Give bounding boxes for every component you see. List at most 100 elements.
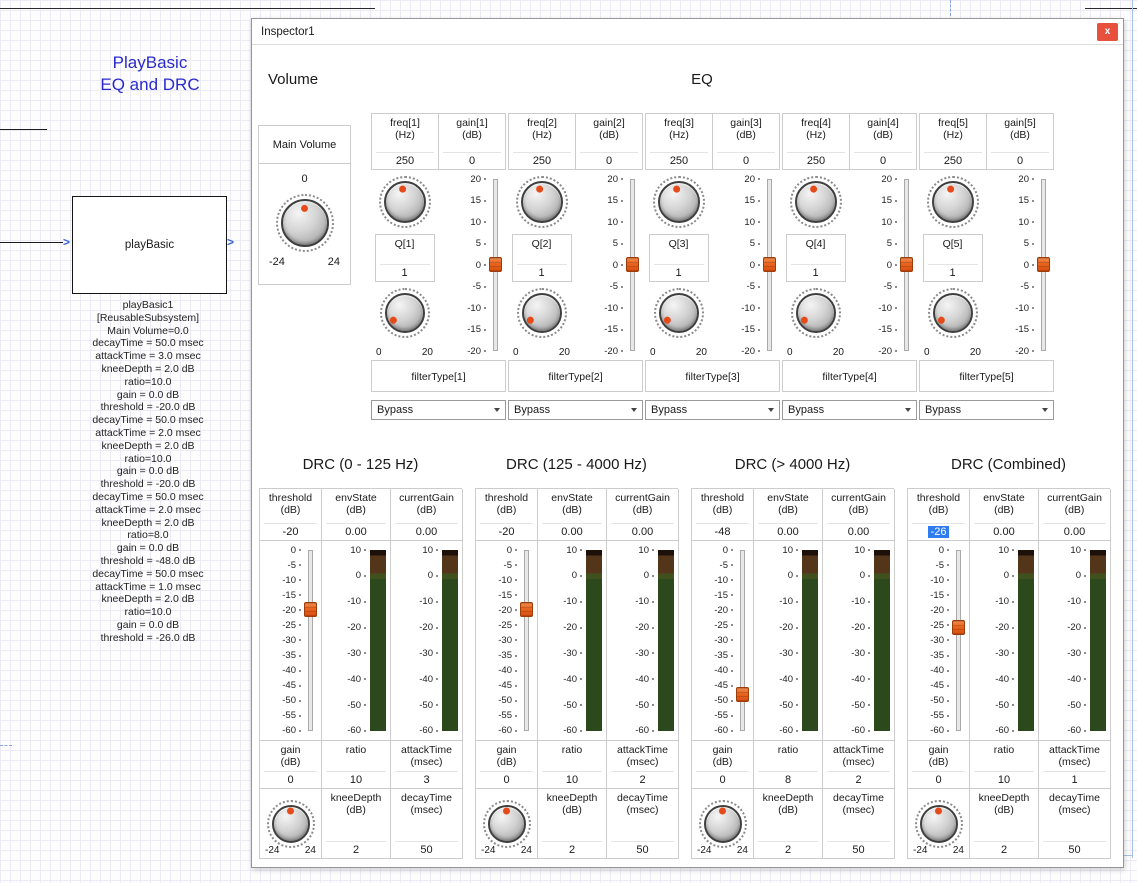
- gain-slider-track[interactable]: [489, 179, 503, 351]
- threshold-slider-handle[interactable]: [520, 602, 533, 617]
- threshold-slider-handle[interactable]: [304, 602, 317, 617]
- attacktime-label: attackTime: [401, 744, 452, 756]
- filter-type-dropdown[interactable]: Bypass: [645, 400, 780, 420]
- filter-type-dropdown[interactable]: Bypass: [782, 400, 917, 420]
- gain-slider-track[interactable]: [1037, 179, 1051, 351]
- envstate-value: 0.00: [974, 523, 1034, 538]
- ratio-value[interactable]: 8: [758, 771, 818, 786]
- gain-slider-track[interactable]: [626, 179, 640, 351]
- freq-knob[interactable]: [516, 176, 568, 228]
- freq-knob[interactable]: [379, 176, 431, 228]
- gain-slider-handle[interactable]: [1037, 257, 1050, 272]
- knob-indicator: [810, 185, 818, 193]
- ratio-label: ratio: [346, 744, 366, 756]
- freq-value[interactable]: 250: [787, 152, 845, 167]
- gain-slider-handle[interactable]: [489, 257, 502, 272]
- kneedepth-value[interactable]: 2: [974, 841, 1034, 856]
- threshold-slider-track[interactable]: [304, 550, 318, 731]
- threshold-value[interactable]: -26: [912, 523, 965, 538]
- gain-value[interactable]: 0: [443, 152, 501, 167]
- q-knob[interactable]: [928, 288, 978, 338]
- threshold-value[interactable]: -48: [696, 523, 749, 538]
- playbasic-block[interactable]: playBasic: [72, 196, 227, 294]
- threshold-value[interactable]: -20: [264, 523, 317, 538]
- gain-knob[interactable]: [267, 800, 315, 848]
- threshold-slider-track[interactable]: [520, 550, 534, 731]
- q-knob-min-label: 0: [376, 347, 382, 358]
- gain-value[interactable]: 0: [717, 152, 775, 167]
- decaytime-param-cell: decayTime (msec) 50: [391, 789, 463, 859]
- gain-value[interactable]: 0: [991, 152, 1049, 167]
- kneedepth-value[interactable]: 2: [326, 841, 386, 856]
- decaytime-value[interactable]: 50: [611, 841, 674, 856]
- q-value[interactable]: 1: [517, 264, 567, 279]
- q-value[interactable]: 1: [791, 264, 841, 279]
- q-value[interactable]: 1: [928, 264, 978, 279]
- attacktime-value[interactable]: 2: [827, 771, 890, 786]
- tick: -40: [779, 674, 798, 684]
- filter-type-dropdown[interactable]: Bypass: [371, 400, 506, 420]
- freq-knob[interactable]: [653, 176, 705, 228]
- gain-knob[interactable]: [699, 800, 747, 848]
- window-titlebar[interactable]: Inspector1 x: [252, 19, 1123, 45]
- q-knob[interactable]: [791, 288, 841, 338]
- gain-value[interactable]: 0: [580, 152, 638, 167]
- filter-type-dropdown[interactable]: Bypass: [919, 400, 1054, 420]
- attacktime-value[interactable]: 2: [611, 771, 674, 786]
- attacktime-value[interactable]: 3: [395, 771, 458, 786]
- q-knob[interactable]: [380, 288, 430, 338]
- gain-label: gain: [929, 744, 949, 756]
- ratio-value[interactable]: 10: [326, 771, 386, 786]
- gain-value[interactable]: 0: [912, 771, 965, 786]
- ratio-value[interactable]: 10: [974, 771, 1034, 786]
- freq-knob[interactable]: [927, 176, 979, 228]
- kneedepth-value[interactable]: 2: [542, 841, 602, 856]
- q-knob[interactable]: [517, 288, 567, 338]
- decaytime-value[interactable]: 50: [827, 841, 890, 856]
- freq-knob[interactable]: [790, 176, 842, 228]
- freq-value[interactable]: 250: [650, 152, 708, 167]
- gain-slider-handle[interactable]: [763, 257, 776, 272]
- main-volume-knob[interactable]: [276, 194, 334, 252]
- gain-slider-handle[interactable]: [900, 257, 913, 272]
- freq-value[interactable]: 250: [924, 152, 982, 167]
- freq-label: freq[2]: [527, 117, 557, 129]
- knob-max-label: 24: [328, 256, 340, 268]
- gain-value[interactable]: 0: [854, 152, 912, 167]
- decaytime-value[interactable]: 50: [1043, 841, 1106, 856]
- gain-value[interactable]: 0: [264, 771, 317, 786]
- ratio-value[interactable]: 10: [542, 771, 602, 786]
- tick: -15: [282, 590, 301, 600]
- main-volume-value[interactable]: 0: [301, 164, 307, 194]
- tick: 0: [750, 260, 760, 270]
- filter-type-dropdown[interactable]: Bypass: [508, 400, 643, 420]
- currentgain-unit: (dB): [849, 504, 869, 516]
- threshold-slider-handle[interactable]: [736, 687, 749, 702]
- q-value[interactable]: 1: [654, 264, 704, 279]
- attacktime-value[interactable]: 1: [1043, 771, 1106, 786]
- freq-value[interactable]: 250: [376, 152, 434, 167]
- q-knob[interactable]: [654, 288, 704, 338]
- gain-slider-handle[interactable]: [626, 257, 639, 272]
- gain-value[interactable]: 0: [480, 771, 533, 786]
- threshold-value[interactable]: -20: [480, 523, 533, 538]
- tick: 0: [723, 545, 733, 555]
- envstate-label: envState: [335, 492, 376, 504]
- tick: 0: [1004, 571, 1014, 581]
- freq-value[interactable]: 250: [513, 152, 571, 167]
- close-icon[interactable]: x: [1097, 23, 1118, 41]
- drc-section-title: DRC (125 - 4000 Hz): [475, 456, 678, 480]
- threshold-slider-track[interactable]: [736, 550, 750, 731]
- threshold-slider-track[interactable]: [952, 550, 966, 731]
- kneedepth-value[interactable]: 2: [758, 841, 818, 856]
- freq-param-cell: freq[2] (Hz) 250: [508, 113, 576, 170]
- decaytime-value[interactable]: 50: [395, 841, 458, 856]
- gain-slider-track[interactable]: [763, 179, 777, 351]
- gain-knob[interactable]: [915, 800, 963, 848]
- q-value[interactable]: 1: [380, 264, 430, 279]
- threshold-slider-handle[interactable]: [952, 620, 965, 635]
- currentgain-unit: (dB): [633, 504, 653, 516]
- gain-value[interactable]: 0: [696, 771, 749, 786]
- gain-knob[interactable]: [483, 800, 531, 848]
- gain-slider-track[interactable]: [900, 179, 914, 351]
